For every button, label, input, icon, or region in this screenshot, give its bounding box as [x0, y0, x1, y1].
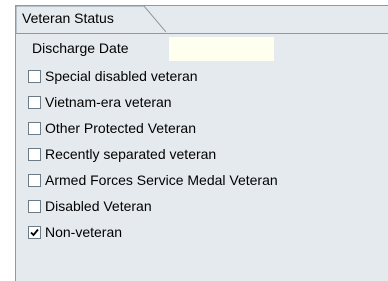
checkbox-box[interactable]: [28, 122, 41, 135]
checkbox-box[interactable]: [28, 226, 41, 239]
tab-strip: Veteran Status: [16, 6, 388, 34]
checkbox-armed-forces-service-medal-veteran[interactable]: Armed Forces Service Medal Veteran: [28, 172, 378, 192]
discharge-date-label: Discharge Date: [32, 40, 129, 56]
checkmark-icon: [30, 228, 39, 237]
checkbox-label: Disabled Veteran: [45, 198, 152, 214]
checkbox-special-disabled-veteran[interactable]: Special disabled veteran: [28, 68, 378, 88]
checkbox-box[interactable]: [28, 70, 41, 83]
checkbox-disabled-veteran[interactable]: Disabled Veteran: [28, 198, 378, 218]
tab-veteran-status[interactable]: Veteran Status: [16, 6, 166, 33]
discharge-date-input[interactable]: [169, 37, 274, 61]
checkbox-label: Armed Forces Service Medal Veteran: [45, 172, 278, 188]
checkbox-box[interactable]: [28, 200, 41, 213]
checkbox-label: Non-veteran: [45, 224, 123, 240]
checkbox-label: Other Protected Veteran: [45, 120, 196, 136]
checkbox-recently-separated-veteran[interactable]: Recently separated veteran: [28, 146, 378, 166]
discharge-date-row: Discharge Date: [16, 37, 388, 62]
tab-label: Veteran Status: [22, 10, 114, 26]
checkbox-label: Vietnam-era veteran: [45, 94, 172, 110]
checkbox-label: Special disabled veteran: [45, 68, 198, 84]
checkbox-other-protected-veteran[interactable]: Other Protected Veteran: [28, 120, 378, 140]
checkbox-box[interactable]: [28, 96, 41, 109]
veteran-status-panel: Veteran Status Discharge Date Special di…: [15, 5, 388, 281]
checkbox-vietnam-era-veteran[interactable]: Vietnam-era veteran: [28, 94, 378, 114]
checkbox-label: Recently separated veteran: [45, 146, 217, 162]
checkbox-non-veteran[interactable]: Non-veteran: [28, 224, 378, 244]
checkbox-box[interactable]: [28, 174, 41, 187]
checkbox-box[interactable]: [28, 148, 41, 161]
